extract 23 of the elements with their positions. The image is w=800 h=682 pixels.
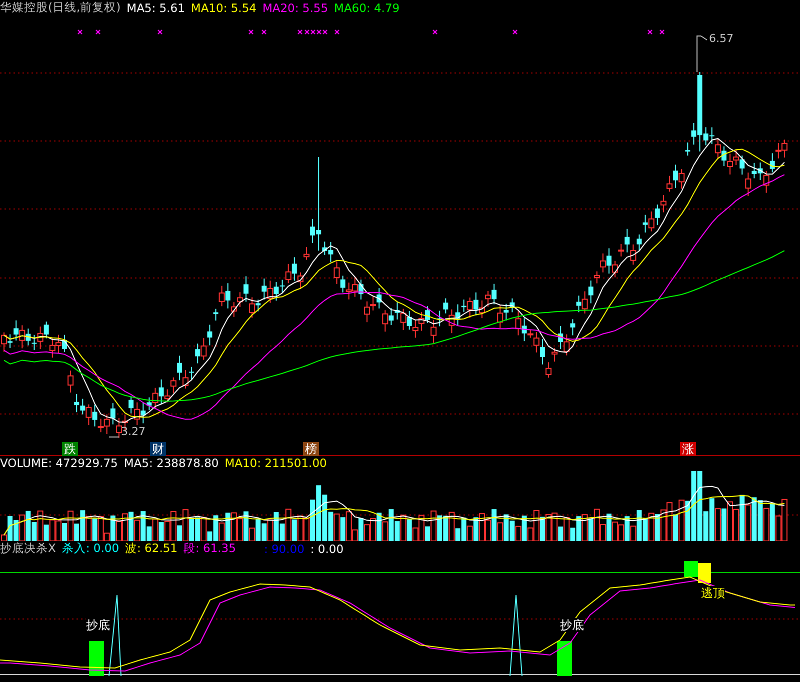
indicator-value: 波: 62.51 [125,541,178,556]
event-tag: 涨 [680,442,696,456]
moving-average-value: MA20: 5.55 [262,0,328,15]
moving-average-value: MA10: 5.54 [190,0,256,15]
volume-value: MA5: 238878.80 [124,456,219,470]
indicator-value: : 90.00 [264,542,304,556]
volume-value: VOLUME: 472929.75 [0,456,118,470]
signal-label: 抄底 [86,618,110,632]
moving-average-value: MA5: 5.61 [126,0,185,15]
indicator-value: : 0.00 [310,542,344,556]
indicator-value: 杀入: 0.00 [62,541,120,556]
chart-title: 华媒控股(日线,前复权) [0,0,121,16]
event-tag: 榜 [303,442,319,456]
indicator-value: 抄底决杀X [0,541,56,556]
volume-value: MA10: 211501.00 [224,456,327,470]
moving-average-value: MA60: 4.79 [334,0,400,15]
event-tag: 财 [150,442,166,456]
signal-label: 抄底 [560,618,584,632]
price-label: 3.27 [121,424,146,438]
price-label: 6.57 [709,32,734,44]
indicator-value: 段: 61.35 [183,541,236,556]
event-tag: 跌 [62,442,78,456]
signal-label: 逃顶 [701,586,725,600]
